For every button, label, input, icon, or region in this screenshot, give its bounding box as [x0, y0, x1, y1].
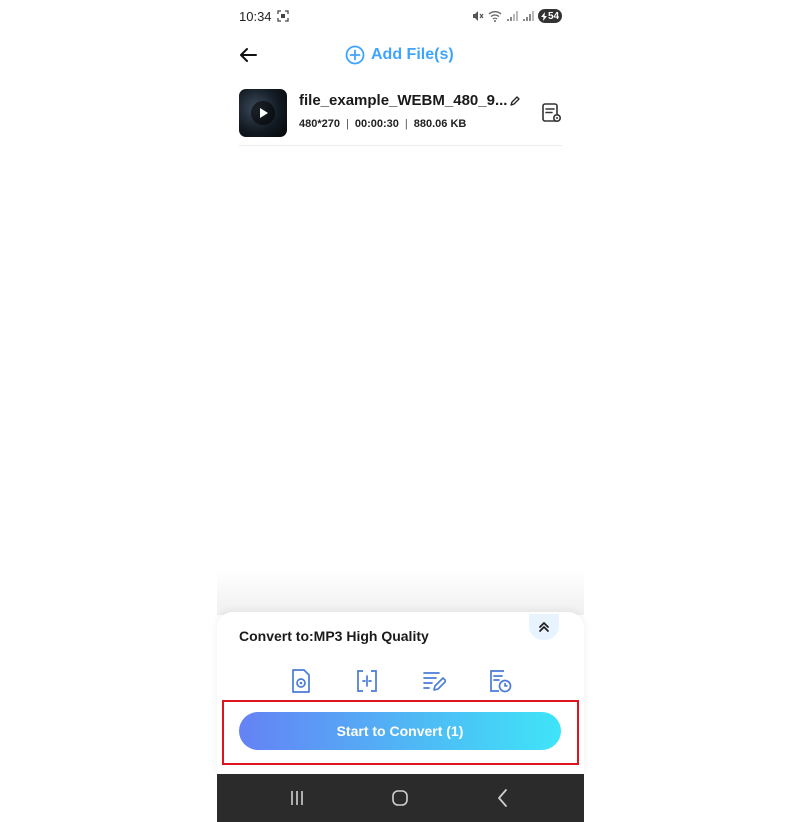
file-size: 880.06 KB	[413, 118, 467, 130]
battery-charging-icon: 54	[538, 9, 562, 23]
file-resolution: 480*270	[299, 118, 340, 130]
home-icon[interactable]	[388, 786, 412, 810]
highlight-box	[222, 700, 579, 765]
signal-icon	[507, 11, 518, 21]
convert-to-format[interactable]: Convert to:MP3 High Quality	[239, 628, 429, 644]
meta-separator: |	[404, 118, 408, 130]
add-files-label: Add File(s)	[371, 46, 454, 63]
status-icons: 54	[472, 8, 562, 24]
status-bar: 10:34 54	[217, 0, 584, 34]
tool-bar	[289, 668, 519, 696]
recent-apps-icon[interactable]	[285, 786, 309, 810]
screenshot-icon	[277, 10, 289, 22]
file-duration: 00:00:30	[354, 118, 399, 130]
mute-icon	[473, 11, 484, 21]
play-icon[interactable]	[251, 101, 275, 125]
file-list-item[interactable]: file_example_WEBM_480_9... 480*270 | 00:…	[239, 88, 562, 146]
file-settings-icon[interactable]	[541, 102, 563, 124]
expand-panel-button[interactable]	[529, 614, 559, 640]
file-meta: 480*270 | 00:00:30 | 880.06 KB	[299, 118, 466, 130]
add-files-button[interactable]: Add File(s)	[345, 42, 454, 68]
plus-circle-icon	[345, 45, 365, 65]
schedule-icon[interactable]	[488, 668, 512, 694]
status-time: 10:34	[239, 9, 272, 24]
video-thumbnail[interactable]	[239, 89, 287, 137]
meta-separator: |	[346, 118, 349, 130]
rename-edit-icon[interactable]	[422, 668, 446, 694]
back-arrow-icon[interactable]	[237, 44, 259, 66]
trim-icon[interactable]	[355, 668, 379, 694]
signal-icon	[523, 11, 534, 21]
back-nav-icon[interactable]	[491, 786, 515, 810]
panel-fade	[217, 570, 584, 615]
double-chevron-up-icon	[539, 622, 549, 632]
system-navigation-bar	[217, 774, 584, 822]
file-name: file_example_WEBM_480_9...	[299, 92, 508, 109]
wifi-icon	[488, 11, 502, 22]
edit-name-pencil-icon[interactable]	[509, 95, 521, 107]
battery-level: 54	[547, 10, 560, 22]
format-settings-icon[interactable]	[289, 668, 313, 694]
phone-screen: 10:34 54 Add File(s) file_example_WEBM_4…	[217, 0, 584, 822]
